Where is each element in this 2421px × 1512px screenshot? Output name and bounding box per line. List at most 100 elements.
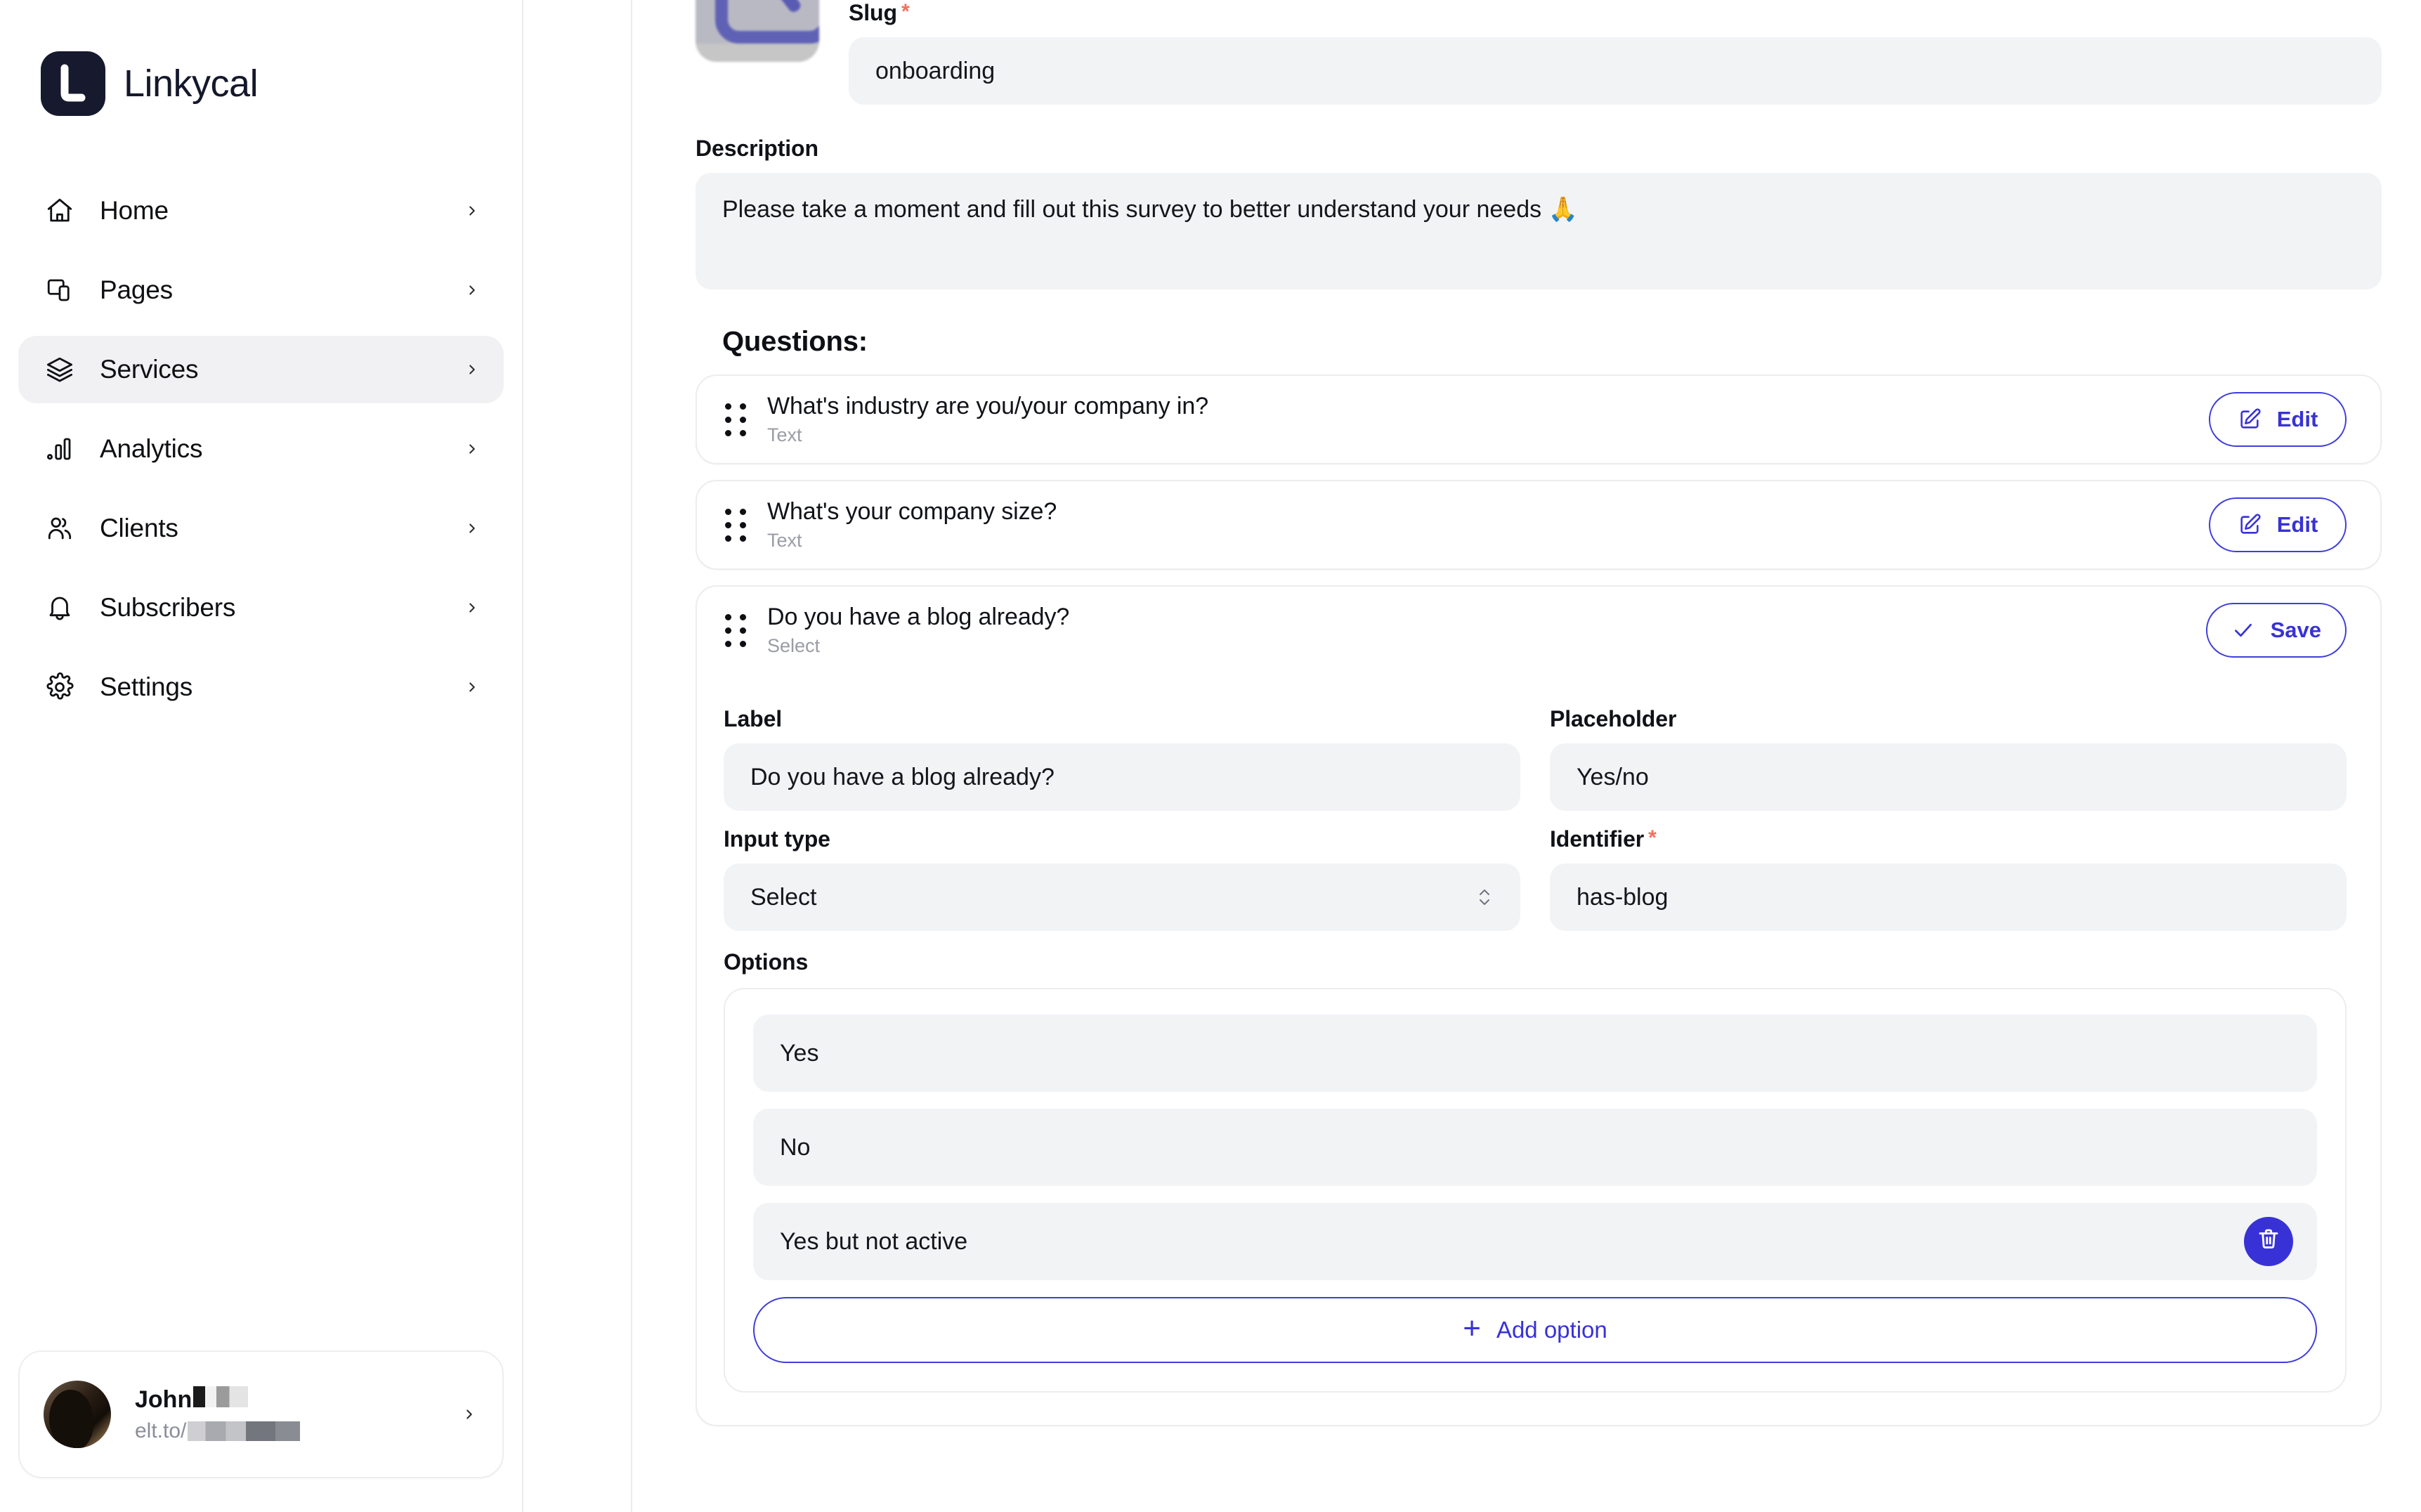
add-option-button[interactable]: + Add option	[753, 1297, 2317, 1363]
sidebar-item-clients[interactable]: Clients	[18, 495, 504, 562]
chevron-right-icon	[463, 360, 481, 379]
chevron-right-icon	[463, 202, 481, 220]
trash-icon	[2256, 1226, 2281, 1258]
linkycal-logo-icon	[41, 51, 105, 116]
gear-icon	[44, 671, 76, 703]
drag-handle-icon[interactable]	[724, 402, 748, 437]
sidebar-item-pages[interactable]: Pages	[18, 256, 504, 324]
slug-label-text: Slug	[849, 0, 897, 25]
label-field-label: Label	[724, 706, 783, 731]
option-row[interactable]: Yes	[753, 1015, 2317, 1092]
input-type-field-label: Input type	[724, 826, 830, 852]
question-header: What's your company size? Text Edit	[697, 481, 2380, 568]
question-card: What's industry are you/your company in?…	[696, 374, 2382, 464]
drag-handle-icon[interactable]	[724, 507, 748, 542]
save-button[interactable]: Save	[2205, 603, 2347, 658]
required-asterisk-icon: *	[901, 0, 910, 23]
service-thumbnail[interactable]	[696, 0, 819, 62]
slug-input[interactable]: onboarding	[849, 37, 2382, 105]
question-editor: Label Do you have a blog already? Placeh…	[697, 674, 2380, 1425]
home-icon	[44, 195, 76, 227]
question-card: What's your company size? Text Edit	[696, 480, 2382, 570]
brand-name: Linkycal	[124, 63, 259, 105]
input-type-select[interactable]: Select	[724, 863, 1520, 931]
sidebar-item-home[interactable]: Home	[18, 177, 504, 245]
service-editor-panel: Slug * onboarding Description Please tak…	[696, 0, 2382, 1426]
sidebar-nav: Home Pages Services Analytics Clients Su…	[0, 177, 522, 733]
user-url-prefix: elt.to/	[135, 1419, 187, 1442]
main-content: Slug * onboarding Description Please tak…	[632, 0, 2421, 1512]
options-container: Yes No Yes but not active + Add option	[724, 988, 2347, 1393]
sidebar-item-label: Clients	[100, 514, 178, 542]
description-input[interactable]: Please take a moment and fill out this s…	[696, 173, 2382, 289]
sidebar-item-label: Services	[100, 355, 199, 384]
slug-field-group: Slug * onboarding	[849, 0, 2382, 105]
option-input[interactable]: Yes but not active	[780, 1228, 2244, 1256]
chevron-right-icon	[463, 519, 481, 537]
option-input[interactable]: No	[780, 1134, 2293, 1161]
sidebar-item-subscribers[interactable]: Subscribers	[18, 574, 504, 641]
sidebar-item-services[interactable]: Services	[18, 336, 504, 403]
users-icon	[44, 512, 76, 545]
option-row[interactable]: Yes but not active	[753, 1203, 2317, 1280]
placeholder-field-label: Placeholder	[1550, 706, 1677, 731]
sidebar-item-settings[interactable]: Settings	[18, 653, 504, 721]
option-input[interactable]: Yes	[780, 1040, 2293, 1067]
question-title: Do you have a blog already?	[767, 604, 1070, 630]
sidebar-item-label: Pages	[100, 275, 173, 304]
required-asterisk-icon: *	[1648, 826, 1657, 849]
avatar	[44, 1381, 111, 1448]
label-field-group: Label Do you have a blog already?	[724, 691, 1520, 811]
layers-icon	[44, 353, 76, 386]
chevron-right-icon	[460, 1405, 478, 1423]
options-label: Options	[724, 949, 809, 975]
drag-handle-icon[interactable]	[724, 613, 748, 648]
sidebar-item-analytics[interactable]: Analytics	[18, 415, 504, 483]
question-header: Do you have a blog already? Select Save	[697, 587, 2380, 674]
questions-heading: Questions:	[722, 326, 868, 357]
placeholder-field-group: Placeholder Yes/no	[1550, 691, 2347, 811]
question-header: What's industry are you/your company in?…	[697, 376, 2380, 463]
label-input[interactable]: Do you have a blog already?	[724, 743, 1520, 811]
question-type: Text	[767, 424, 802, 445]
edit-button[interactable]: Edit	[2209, 392, 2347, 447]
chevron-up-down-icon	[1475, 882, 1494, 913]
user-meta: John elt.to/	[135, 1386, 436, 1443]
question-type: Select	[767, 635, 821, 656]
brand[interactable]: Linkycal	[0, 0, 522, 133]
redacted-url-block	[188, 1421, 301, 1441]
identifier-input[interactable]: has-blog	[1550, 863, 2347, 931]
chevron-right-icon	[463, 678, 481, 696]
identifier-field-group: Identifier * has-blog	[1550, 811, 2347, 931]
question-title: What's industry are you/your company in?	[767, 393, 1209, 419]
bell-icon	[44, 592, 76, 624]
identifier-label-text: Identifier	[1550, 826, 1645, 852]
service-header-row: Slug * onboarding	[696, 0, 2382, 105]
description-field-group: Description Please take a moment and fil…	[696, 136, 2382, 289]
question-type: Text	[767, 530, 802, 551]
option-row[interactable]: No	[753, 1109, 2317, 1186]
delete-option-button[interactable]	[2244, 1217, 2293, 1266]
user-profile-card[interactable]: John elt.to/	[18, 1350, 504, 1478]
sidebar-item-label: Analytics	[100, 434, 203, 463]
options-group: Options Yes No Yes but not active + Add …	[724, 931, 2347, 1393]
check-icon	[2231, 618, 2255, 642]
question-editor-grid: Label Do you have a blog already? Placeh…	[724, 691, 2347, 931]
chevron-right-icon	[463, 281, 481, 299]
identifier-field-label: Identifier *	[1550, 826, 2347, 852]
add-option-label: Add option	[1496, 1317, 1607, 1343]
sidebar-item-label: Subscribers	[100, 593, 236, 622]
thumbnail-shape	[715, 0, 819, 44]
input-type-value: Select	[750, 883, 817, 911]
question-text: Do you have a blog already? Select	[767, 604, 2186, 657]
description-label: Description	[696, 136, 818, 161]
question-text: What's industry are you/your company in?…	[767, 393, 2189, 446]
placeholder-input[interactable]: Yes/no	[1550, 743, 2347, 811]
question-card-expanded: Do you have a blog already? Select Save	[696, 585, 2382, 1426]
user-url: elt.to/	[135, 1419, 436, 1443]
user-name-text: John	[135, 1386, 192, 1413]
question-title: What's your company size?	[767, 498, 1057, 525]
edit-button[interactable]: Edit	[2209, 497, 2347, 552]
chevron-right-icon	[463, 440, 481, 458]
